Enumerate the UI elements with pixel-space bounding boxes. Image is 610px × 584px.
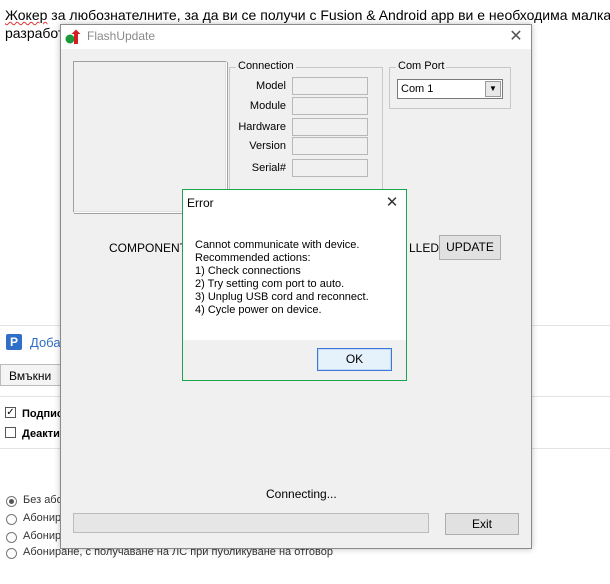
close-icon: ✕ [509,28,523,45]
radio-label: Без або [23,494,63,506]
exit-button[interactable]: Exit [445,513,519,535]
signature-checkbox-label: Подпис [22,408,63,420]
close-icon: ✕ [385,194,399,211]
background-text-rest: за любознателните, за да ви се получи с … [47,7,610,23]
dialog-title: Error [187,196,214,210]
error-message: Cannot communicate with device. Recommen… [195,239,369,316]
app-icon [65,29,81,45]
com-port-select[interactable]: Com 1 ▼ [397,79,503,99]
dialog-title-bar[interactable]: Error ✕ [183,190,406,215]
ok-button[interactable]: OK [317,348,392,371]
background-text-line2: разработ [5,25,65,41]
hardware-field [292,118,368,136]
com-port-value: Com 1 [401,83,434,95]
window-close-button[interactable]: ✕ [505,26,527,48]
subscription-radio-2[interactable] [6,514,17,525]
update-button[interactable]: UPDATE [439,235,501,260]
component-label: COMPONENT [109,241,187,255]
title-bar[interactable]: FlashUpdate ✕ [61,25,531,49]
radio-label: Абонир [23,512,62,524]
progress-bar [73,513,429,533]
subscription-radio-none[interactable] [6,496,17,507]
connection-group-label: Connection [236,60,296,72]
error-dialog: Error ✕ Cannot communicate with device. … [182,189,407,381]
disable-checkbox[interactable] [5,427,16,438]
background-text-line1: Жокер за любознателните, за да ви се пол… [5,6,610,24]
hardware-label: Hardware [238,121,286,133]
model-label: Model [256,80,286,92]
serial-field [292,159,368,177]
window-title: FlashUpdate [87,29,156,43]
misspelled-word: Жокер [5,7,48,23]
p-logo-icon: P [6,334,22,350]
serial-label: Serial# [251,162,286,174]
model-field [292,77,368,95]
signature-checkbox[interactable]: ✓ [5,407,16,418]
module-field [292,97,368,115]
dialog-body: Cannot communicate with device. Recommen… [183,215,406,340]
dialog-close-button[interactable]: ✕ [381,192,403,214]
radio-label: Абонир [23,530,62,542]
subscription-radio-4[interactable] [6,548,17,559]
module-label: Module [249,100,286,112]
version-label: Version [249,140,286,152]
disable-checkbox-label: Деакти [22,428,60,440]
status-text: Connecting... [266,487,337,501]
add-link[interactable]: Доба [30,335,61,350]
chevron-down-icon[interactable]: ▼ [485,81,501,97]
version-field [292,137,368,155]
installed-label: LLED [409,241,440,255]
insert-button[interactable]: Вмъкни [0,364,64,386]
subscription-radio-3[interactable] [6,532,17,543]
com-port-group-label: Com Port [396,60,447,72]
